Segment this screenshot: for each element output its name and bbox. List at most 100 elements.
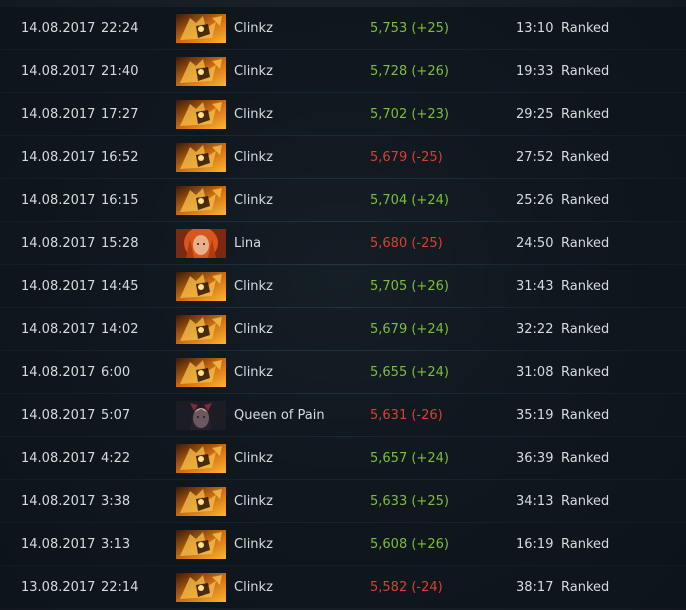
- match-mmr-change: 5,728 (+26): [370, 64, 449, 79]
- clinkz-portrait-icon: [176, 315, 226, 344]
- clinkz-portrait-icon: [176, 272, 226, 301]
- match-time: 22:14: [101, 580, 139, 595]
- match-duration: 31:08: [516, 365, 554, 380]
- hero-name: Clinkz: [234, 451, 273, 466]
- match-row[interactable]: 14.08.2017 21:40 Clinkz 5,728 (+26) 19:3…: [0, 50, 686, 92]
- match-time: 15:28: [101, 236, 139, 251]
- match-duration: 36:39: [516, 451, 554, 466]
- match-duration: 16:19: [516, 537, 554, 552]
- clinkz-portrait-icon: [176, 444, 226, 473]
- hero-name: Clinkz: [234, 107, 273, 122]
- hero-name: Queen of Pain: [234, 408, 325, 423]
- match-time: 3:38: [101, 494, 131, 509]
- match-mmr-change: 5,631 (-26): [370, 408, 443, 423]
- match-row[interactable]: 14.08.2017 17:27 Clinkz 5,702 (+23) 29:2…: [0, 93, 686, 135]
- clinkz-portrait-icon: [176, 14, 226, 43]
- match-date: 14.08.2017: [21, 322, 96, 337]
- match-history-list: 14.08.2017 22:24 Clinkz 5,753 (+25) 13:1…: [0, 7, 686, 610]
- match-row[interactable]: 14.08.2017 16:52 Clinkz 5,679 (-25) 27:5…: [0, 136, 686, 178]
- match-mmr-change: 5,655 (+24): [370, 365, 449, 380]
- match-date: 14.08.2017: [21, 236, 96, 251]
- match-time: 6:00: [101, 365, 131, 380]
- match-date: 13.08.2017: [21, 580, 96, 595]
- match-date: 14.08.2017: [21, 21, 96, 36]
- match-time: 5:07: [101, 408, 131, 423]
- match-date: 14.08.2017: [21, 150, 96, 165]
- match-row[interactable]: 14.08.2017 22:24 Clinkz 5,753 (+25) 13:1…: [0, 7, 686, 49]
- match-game-mode: Ranked: [561, 150, 610, 165]
- match-mmr-change: 5,679 (+24): [370, 322, 449, 337]
- clinkz-portrait-icon: [176, 530, 226, 559]
- match-row[interactable]: 14.08.2017 16:15 Clinkz 5,704 (+24) 25:2…: [0, 179, 686, 221]
- clinkz-portrait-icon: [176, 186, 226, 215]
- match-mmr-change: 5,702 (+23): [370, 107, 449, 122]
- match-row[interactable]: 14.08.2017 5:07 Queen of Pain 5,631 (-26…: [0, 394, 686, 436]
- match-date: 14.08.2017: [21, 494, 96, 509]
- match-mmr-change: 5,633 (+25): [370, 494, 449, 509]
- hero-name: Lina: [234, 236, 262, 251]
- match-date: 14.08.2017: [21, 365, 96, 380]
- clinkz-portrait-icon: [176, 358, 226, 387]
- match-row[interactable]: 14.08.2017 3:13 Clinkz 5,608 (+26) 16:19…: [0, 523, 686, 565]
- match-row[interactable]: 14.08.2017 4:22 Clinkz 5,657 (+24) 36:39…: [0, 437, 686, 479]
- match-game-mode: Ranked: [561, 408, 610, 423]
- match-date: 14.08.2017: [21, 279, 96, 294]
- clinkz-portrait-icon: [176, 573, 226, 602]
- match-duration: 31:43: [516, 279, 554, 294]
- match-duration: 35:19: [516, 408, 554, 423]
- match-game-mode: Ranked: [561, 322, 610, 337]
- hero-name: Clinkz: [234, 193, 273, 208]
- match-game-mode: Ranked: [561, 21, 610, 36]
- match-duration: 29:25: [516, 107, 554, 122]
- match-date: 14.08.2017: [21, 451, 96, 466]
- match-time: 16:15: [101, 193, 139, 208]
- match-game-mode: Ranked: [561, 494, 610, 509]
- match-date: 14.08.2017: [21, 107, 96, 122]
- match-mmr-change: 5,704 (+24): [370, 193, 449, 208]
- match-game-mode: Ranked: [561, 107, 610, 122]
- match-game-mode: Ranked: [561, 365, 610, 380]
- match-row[interactable]: 14.08.2017 3:38 Clinkz 5,633 (+25) 34:13…: [0, 480, 686, 522]
- lina-portrait-icon: [176, 229, 226, 258]
- match-duration: 19:33: [516, 64, 554, 79]
- match-mmr-change: 5,679 (-25): [370, 150, 443, 165]
- match-mmr-change: 5,582 (-24): [370, 580, 443, 595]
- match-game-mode: Ranked: [561, 279, 610, 294]
- match-time: 14:02: [101, 322, 139, 337]
- match-time: 4:22: [101, 451, 131, 466]
- match-date: 14.08.2017: [21, 64, 96, 79]
- match-game-mode: Ranked: [561, 537, 610, 552]
- match-duration: 32:22: [516, 322, 554, 337]
- match-time: 22:24: [101, 21, 139, 36]
- match-row[interactable]: 13.08.2017 22:14 Clinkz 5,582 (-24) 38:1…: [0, 566, 686, 608]
- match-duration: 25:26: [516, 193, 554, 208]
- match-game-mode: Ranked: [561, 236, 610, 251]
- match-game-mode: Ranked: [561, 580, 610, 595]
- match-mmr-change: 5,657 (+24): [370, 451, 449, 466]
- match-date: 14.08.2017: [21, 193, 96, 208]
- match-duration: 34:13: [516, 494, 554, 509]
- match-duration: 13:10: [516, 21, 554, 36]
- match-row[interactable]: 14.08.2017 14:45 Clinkz 5,705 (+26) 31:4…: [0, 265, 686, 307]
- match-mmr-change: 5,753 (+25): [370, 21, 449, 36]
- hero-name: Clinkz: [234, 279, 273, 294]
- clinkz-portrait-icon: [176, 143, 226, 172]
- match-mmr-change: 5,680 (-25): [370, 236, 443, 251]
- match-time: 17:27: [101, 107, 139, 122]
- match-duration: 24:50: [516, 236, 554, 251]
- clinkz-portrait-icon: [176, 100, 226, 129]
- hero-name: Clinkz: [234, 494, 273, 509]
- match-mmr-change: 5,608 (+26): [370, 537, 449, 552]
- match-row[interactable]: 14.08.2017 15:28 Lina 5,680 (-25) 24:50 …: [0, 222, 686, 264]
- hero-name: Clinkz: [234, 537, 273, 552]
- clinkz-portrait-icon: [176, 57, 226, 86]
- clinkz-portrait-icon: [176, 487, 226, 516]
- hero-name: Clinkz: [234, 322, 273, 337]
- match-row[interactable]: 14.08.2017 14:02 Clinkz 5,679 (+24) 32:2…: [0, 308, 686, 350]
- match-duration: 27:52: [516, 150, 554, 165]
- match-game-mode: Ranked: [561, 451, 610, 466]
- match-duration: 38:17: [516, 580, 554, 595]
- match-row[interactable]: 14.08.2017 6:00 Clinkz 5,655 (+24) 31:08…: [0, 351, 686, 393]
- match-date: 14.08.2017: [21, 537, 96, 552]
- match-game-mode: Ranked: [561, 64, 610, 79]
